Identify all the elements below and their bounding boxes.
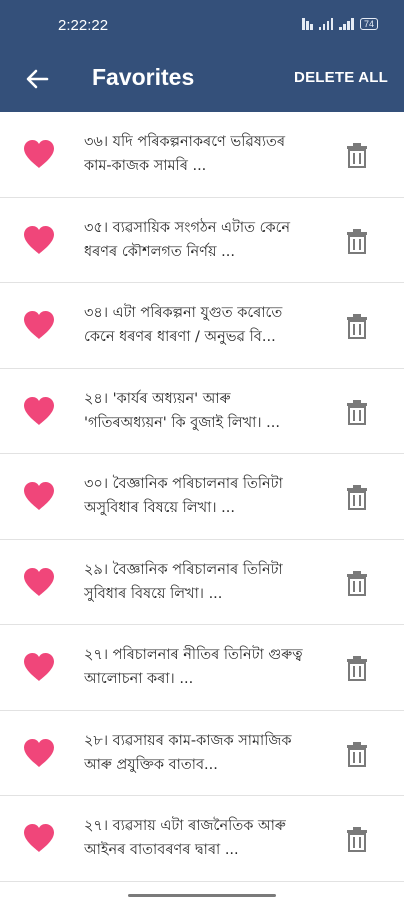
status-icons: 74 (302, 18, 378, 30)
favorite-text: ২৮। ব্যৱসায়ৰ কাম-কাজক সামাজিক আৰু প্ৰযু… (84, 732, 292, 773)
trash-icon[interactable] (346, 399, 368, 425)
heart-icon[interactable] (22, 138, 56, 170)
heart-icon[interactable] (22, 822, 56, 854)
trash-icon[interactable] (346, 826, 368, 852)
trash-icon[interactable] (346, 142, 368, 168)
list-item[interactable]: ২৪। 'কাৰ্যৰ অধ্যয়ন' আৰু 'গতিৰঅধ্যয়ন' ক… (0, 369, 404, 454)
signal-icon-2 (339, 18, 354, 30)
status-bar: 2:22:22 74 (0, 0, 404, 52)
favorite-text: ৩৬। যদি পৰিকল্পনাকৰণে ভৱিষ্যতৰ কাম-কাজক … (84, 134, 286, 174)
trash-icon[interactable] (346, 313, 368, 339)
heart-icon[interactable] (22, 480, 56, 512)
favorite-text: ৩০। বৈজ্ঞানিক পৰিচালনাৰ তিনিটা অসুবিধাৰ … (84, 476, 283, 516)
network-signal-icon (302, 18, 313, 30)
heart-icon[interactable] (22, 566, 56, 598)
arrow-left-icon[interactable] (22, 64, 52, 94)
status-time: 2:22:22 (58, 17, 109, 34)
trash-icon[interactable] (346, 655, 368, 681)
heart-icon[interactable] (22, 737, 56, 769)
list-item[interactable]: ২৭। ব্যৱসায় এটা ৰাজনৈতিক আৰু আইনৰ বাতাব… (0, 796, 404, 882)
heart-icon[interactable] (22, 224, 56, 256)
list-item[interactable]: ৩৫। ব্যৱসায়িক সংগঠন এটাত কেনে ধৰণৰ কৌশল… (0, 198, 404, 283)
list-item[interactable]: ২৭। পৰিচালনাৰ নীতিৰ তিনিটা গুৰুত্ব আলোচন… (0, 625, 404, 711)
list-item[interactable]: ৩৪। এটা পৰিকল্পনা যুগুত কৰোতে কেনে ধৰণৰ … (0, 283, 404, 369)
heart-icon[interactable] (22, 309, 56, 341)
favorite-text: ৩৫। ব্যৱসায়িক সংগঠন এটাত কেনে ধৰণৰ কৌশল… (84, 219, 291, 260)
list-item[interactable]: ৩৬। যদি পৰিকল্পনাকৰণে ভৱিষ্যতৰ কাম-কাজক … (0, 112, 404, 198)
battery-icon: 74 (359, 18, 378, 30)
trash-icon[interactable] (346, 570, 368, 596)
delete-all-button[interactable]: DELETE ALL (294, 69, 388, 86)
favorites-list: ৩৬। যদি পৰিকল্পনাকৰণে ভৱিষ্যতৰ কাম-কাজক … (0, 112, 404, 882)
heart-icon[interactable] (22, 395, 56, 427)
favorite-text: ৩৪। এটা পৰিকল্পনা যুগুত কৰোতে কেনে ধৰণৰ … (84, 305, 283, 345)
home-gesture-handle[interactable] (128, 894, 276, 897)
heart-icon[interactable] (22, 651, 56, 683)
app-bar: Favorites DELETE ALL (0, 52, 404, 112)
page-title: Favorites (92, 64, 195, 90)
system-nav-bar (0, 882, 404, 900)
list-item[interactable]: ২৮। ব্যৱসায়ৰ কাম-কাজক সামাজিক আৰু প্ৰযু… (0, 711, 404, 796)
list-item[interactable]: ৩০। বৈজ্ঞানিক পৰিচালনাৰ তিনিটা অসুবিধাৰ … (0, 454, 404, 540)
favorite-text: ২৭। পৰিচালনাৰ নীতিৰ তিনিটা গুৰুত্ব আলোচন… (84, 647, 303, 687)
trash-icon[interactable] (346, 228, 368, 254)
signal-icon (318, 18, 334, 30)
favorite-text: ২৭। ব্যৱসায় এটা ৰাজনৈতিক আৰু আইনৰ বাতাব… (84, 818, 286, 858)
list-item[interactable]: ২৯। বৈজ্ঞানিক পৰিচালনাৰ তিনিটা সুবিধাৰ ব… (0, 540, 404, 625)
favorite-text: ২৯। বৈজ্ঞানিক পৰিচালনাৰ তিনিটা সুবিধাৰ ব… (84, 561, 283, 602)
trash-icon[interactable] (346, 484, 368, 510)
favorite-text: ২৪। 'কাৰ্যৰ অধ্যয়ন' আৰু 'গতিৰঅধ্যয়ন' ক… (84, 390, 280, 431)
trash-icon[interactable] (346, 741, 368, 767)
